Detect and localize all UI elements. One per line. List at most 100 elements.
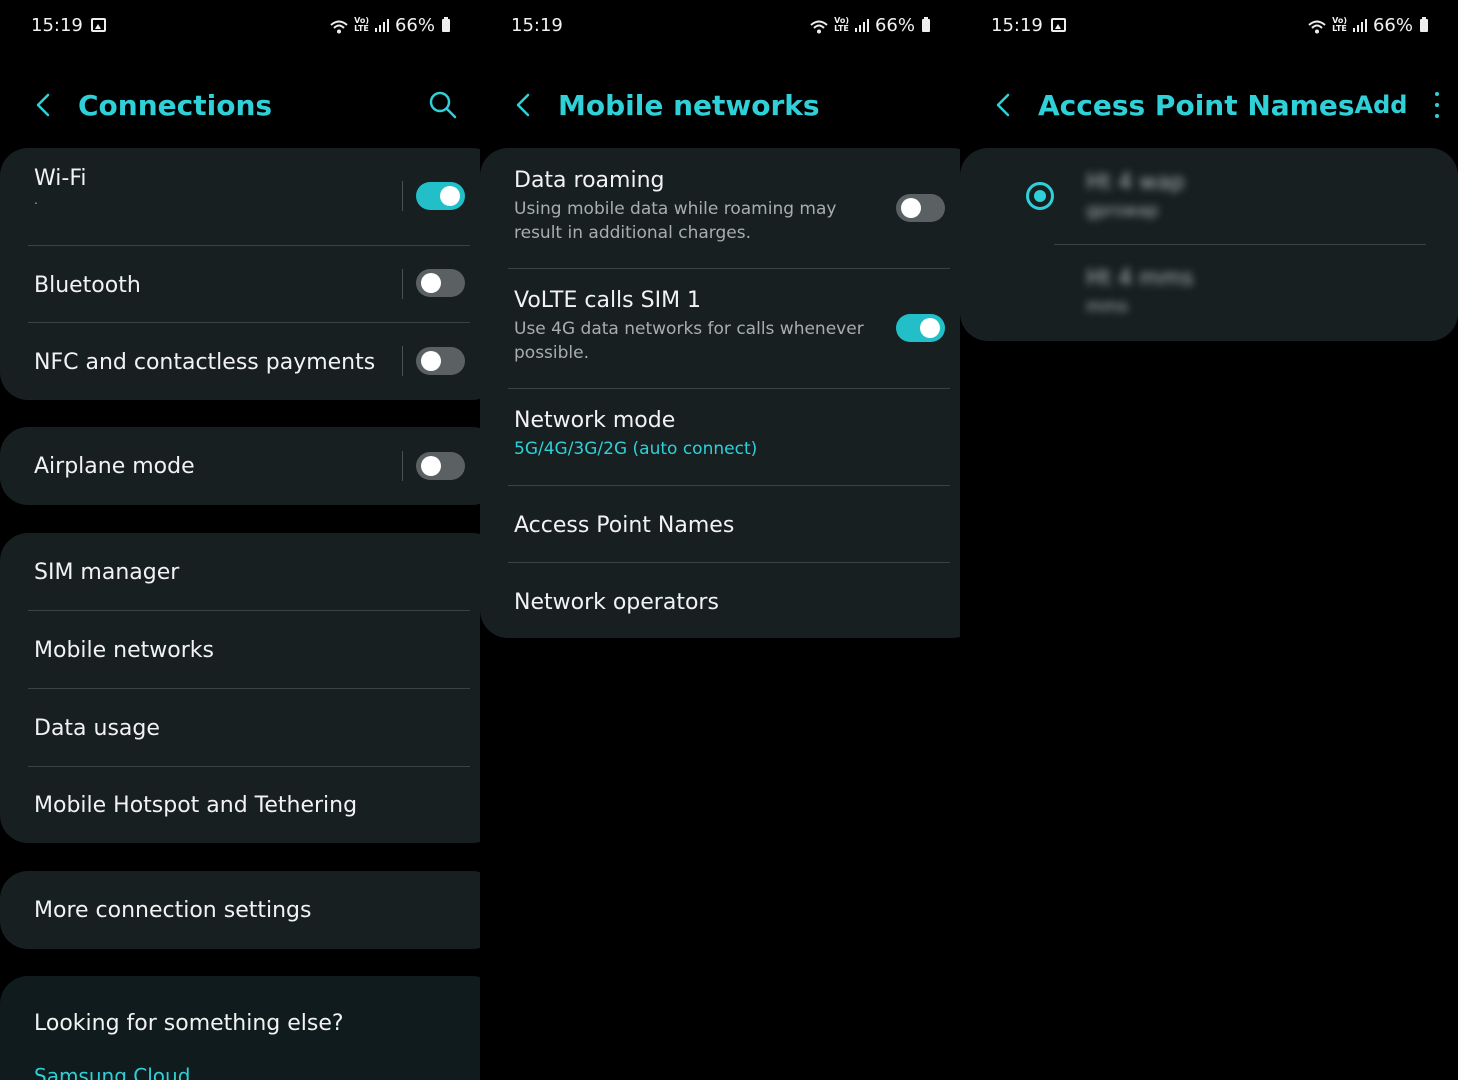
volte-label: VoLTE calls SIM 1	[514, 288, 702, 313]
wifi-status-icon	[1308, 18, 1326, 34]
apn-item[interactable]: Ht 4 mms mms	[1086, 266, 1442, 326]
nfc-toggle[interactable]	[416, 347, 465, 375]
divider	[28, 322, 470, 323]
signal-icon	[374, 18, 389, 32]
mobile-networks-header: Mobile networks	[512, 80, 938, 130]
battery-icon	[1420, 16, 1428, 32]
signal-icon	[854, 18, 869, 32]
apn-screen: 15:19 Vo)LTE 66% Access Point Names Add	[960, 0, 1458, 1080]
divider	[508, 268, 950, 269]
data-roaming-toggle[interactable]	[896, 194, 945, 222]
hotspot-label: Mobile Hotspot and Tethering	[34, 792, 358, 818]
looking-heading-row: Looking for something else?	[34, 998, 480, 1048]
mobile-networks-label: Mobile networks	[34, 637, 214, 663]
status-time: 15:19	[991, 14, 1043, 36]
more-settings-row[interactable]: More connection settings	[34, 885, 480, 935]
nfc-label: NFC and contactless payments	[34, 349, 376, 375]
wifi-status-icon	[810, 18, 828, 34]
volte-row[interactable]: VoLTE calls SIM 1 Use 4G data networks f…	[514, 288, 960, 368]
network-mode-value: 5G/4G/3G/2G (auto connect)	[514, 439, 758, 459]
bluetooth-toggle[interactable]	[416, 269, 465, 297]
volte-toggle[interactable]	[896, 314, 945, 342]
apn-label: Access Point Names	[514, 512, 735, 538]
back-icon[interactable]	[32, 89, 54, 121]
apn-detail: gprswap	[1086, 201, 1159, 221]
page-title: Connections	[78, 88, 273, 122]
samsung-cloud-row[interactable]: Samsung Cloud	[34, 1056, 480, 1080]
divider	[28, 610, 470, 611]
divider	[28, 688, 470, 689]
connections-screen: 15:19 Vo) LTE 66% Connections Wi-Fi . Bl…	[0, 0, 480, 1080]
wireless-card: Wi-Fi . Bluetooth NFC and contactless pa…	[0, 148, 480, 400]
data-roaming-row[interactable]: Data roaming Using mobile data while roa…	[514, 168, 960, 248]
page-title: Access Point Names	[1038, 88, 1355, 122]
airplane-label: Airplane mode	[34, 453, 195, 479]
battery-percent: 66%	[1372, 14, 1413, 36]
data-usage-row[interactable]: Data usage	[34, 703, 480, 753]
connections-header: Connections	[32, 80, 458, 130]
page-title: Mobile networks	[558, 88, 820, 122]
apn-list-card: Ht 4 wap gprswap Ht 4 mms mms	[960, 148, 1458, 341]
sim-manager-row[interactable]: SIM manager	[34, 547, 480, 597]
add-button[interactable]: Add	[1355, 91, 1408, 119]
looking-card: Looking for something else? Samsung Clou…	[0, 976, 480, 1080]
wifi-toggle[interactable]	[416, 182, 465, 210]
looking-heading: Looking for something else?	[34, 1010, 344, 1036]
network-operators-row[interactable]: Network operators	[514, 577, 960, 627]
status-bar: 15:19 Vo) LTE 66%	[31, 12, 450, 38]
separator	[402, 181, 403, 211]
network-card: SIM manager Mobile networks Data usage M…	[0, 533, 480, 843]
search-icon[interactable]	[428, 90, 458, 120]
divider	[508, 388, 950, 389]
apn-row[interactable]: Access Point Names	[514, 500, 960, 550]
apn-item[interactable]: Ht 4 wap gprswap	[1086, 170, 1442, 230]
apn-name: Ht 4 mms	[1086, 266, 1194, 291]
data-roaming-label: Data roaming	[514, 168, 665, 193]
gallery-icon	[1050, 18, 1066, 32]
wifi-row[interactable]: Wi-Fi .	[34, 166, 480, 236]
network-mode-row[interactable]: Network mode 5G/4G/3G/2G (auto connect)	[514, 408, 960, 468]
battery-percent: 66%	[874, 14, 915, 36]
apn-detail: mms	[1086, 297, 1128, 317]
battery-icon	[922, 16, 930, 32]
mobile-networks-card: Data roaming Using mobile data while roa…	[480, 148, 960, 638]
sim-manager-label: SIM manager	[34, 559, 180, 585]
divider	[1054, 244, 1426, 245]
more-settings-label: More connection settings	[34, 897, 312, 923]
network-mode-label: Network mode	[514, 408, 676, 433]
wifi-network: .	[34, 193, 38, 207]
more-options-icon[interactable]	[1435, 92, 1440, 118]
status-time: 15:19	[511, 14, 563, 36]
apn-name: Ht 4 wap	[1086, 170, 1185, 195]
divider	[508, 562, 950, 563]
bluetooth-row[interactable]: Bluetooth	[34, 260, 480, 310]
volte-icon: Vo) LTE	[834, 16, 849, 33]
more-settings-card: More connection settings	[0, 871, 480, 949]
status-time: 15:19	[31, 14, 83, 36]
mobile-networks-screen: 15:19 Vo)LTE 66% Mobile networks Data r	[480, 0, 960, 1080]
data-roaming-description: Using mobile data while roaming may resu…	[514, 199, 837, 243]
network-operators-label: Network operators	[514, 589, 719, 615]
nfc-row[interactable]: NFC and contactless payments	[34, 337, 480, 387]
volte-description: Use 4G data networks for calls whenever …	[514, 319, 864, 363]
divider	[28, 766, 470, 767]
airplane-toggle[interactable]	[416, 452, 465, 480]
divider	[508, 485, 950, 486]
battery-icon	[442, 16, 450, 32]
samsung-cloud-link[interactable]: Samsung Cloud	[34, 1064, 190, 1080]
volte-icon: Vo) LTE	[1332, 16, 1347, 33]
back-icon[interactable]	[512, 89, 534, 121]
back-icon[interactable]	[992, 89, 1014, 121]
volte-icon: Vo) LTE	[354, 16, 369, 33]
separator	[402, 346, 403, 376]
bluetooth-label: Bluetooth	[34, 272, 141, 298]
status-bar: 15:19 Vo) LTE 66%	[511, 12, 930, 38]
hotspot-row[interactable]: Mobile Hotspot and Tethering	[34, 780, 480, 830]
mobile-networks-row[interactable]: Mobile networks	[34, 625, 480, 675]
wifi-status-icon	[330, 18, 348, 34]
apn-radio-selected[interactable]	[1026, 182, 1054, 210]
airplane-card: Airplane mode	[0, 427, 480, 505]
gallery-icon	[90, 18, 106, 32]
separator	[402, 451, 403, 481]
airplane-row[interactable]: Airplane mode	[34, 441, 480, 491]
